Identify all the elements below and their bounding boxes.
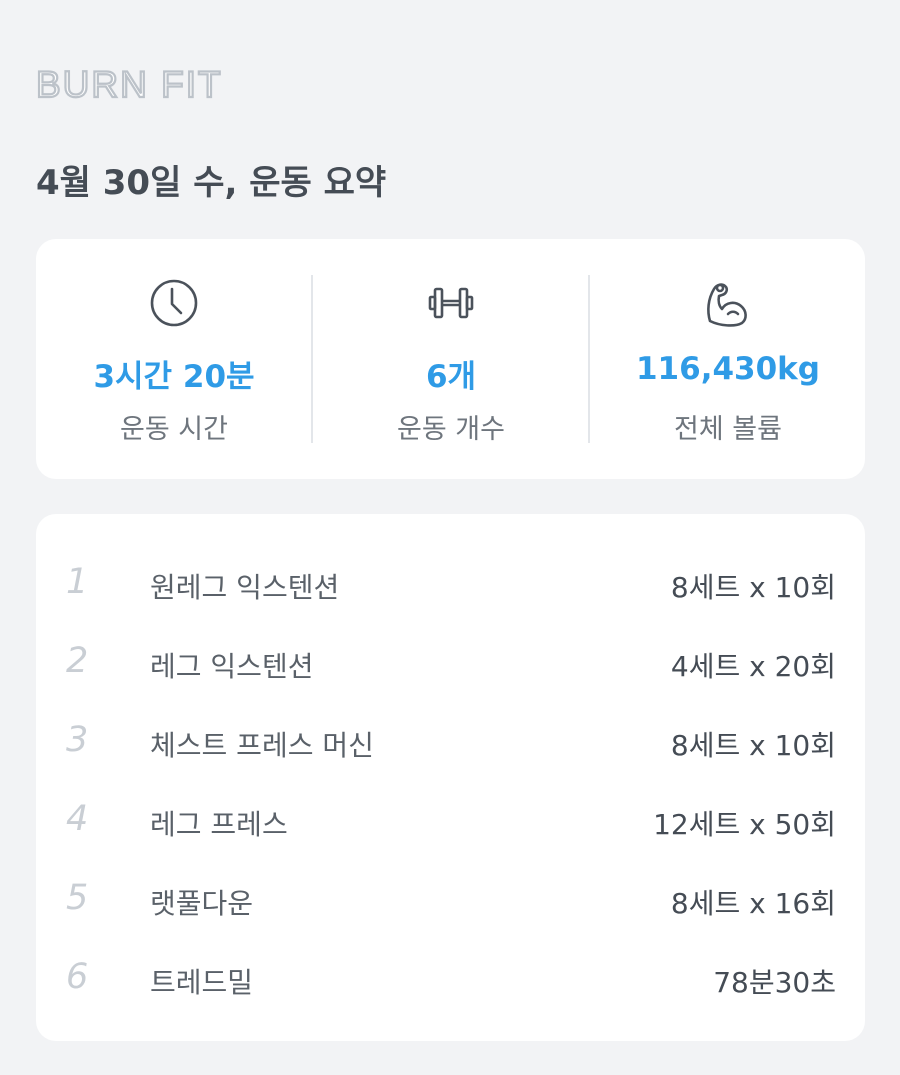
stat-label: 운동 시간 xyxy=(120,414,228,445)
exercise-row[interactable]: 4 레그 프레스 12세트 x 50회 xyxy=(36,791,865,851)
stat-label: 전체 볼륨 xyxy=(674,414,782,445)
exercise-sets-reps: 4세트 x 20회 xyxy=(670,650,836,683)
stat-label: 운동 개수 xyxy=(397,414,505,445)
exercise-index: 1 xyxy=(66,562,89,602)
dumbbell-icon xyxy=(425,277,477,329)
exercise-index: 6 xyxy=(66,957,89,997)
exercise-name: 랫풀다운 xyxy=(150,887,254,920)
workout-summary-card: 3시간 20분 운동 시간 6개 운동 개수 116,430kg 전체 볼륨 xyxy=(36,239,865,479)
exercise-row[interactable]: 3 체스트 프레스 머신 8세트 x 10회 xyxy=(36,712,865,772)
exercise-index: 2 xyxy=(66,641,89,681)
exercise-sets-reps: 8세트 x 10회 xyxy=(670,729,836,762)
flexed-arm-icon xyxy=(702,277,754,329)
page-title: 4월 30일 수, 운동 요약 xyxy=(36,163,387,203)
exercise-row[interactable]: 1 원레그 익스텐션 8세트 x 10회 xyxy=(36,554,865,614)
exercise-row[interactable]: 6 트레드밀 78분30초 xyxy=(36,949,865,1009)
stat-value: 3시간 20분 xyxy=(93,359,255,395)
exercise-index: 4 xyxy=(66,799,89,839)
exercise-list-card: 1 원레그 익스텐션 8세트 x 10회 2 레그 익스텐션 4세트 x 20회… xyxy=(36,514,865,1041)
exercise-sets-reps: 8세트 x 10회 xyxy=(670,571,836,604)
exercise-index: 3 xyxy=(66,720,89,760)
exercise-duration: 78분30초 xyxy=(713,966,836,999)
exercise-index: 5 xyxy=(66,878,89,918)
clock-icon xyxy=(148,277,200,329)
stat-value: 6개 xyxy=(425,359,477,395)
stat-total-volume: 116,430kg 전체 볼륨 xyxy=(590,239,866,479)
exercise-sets-reps: 12세트 x 50회 xyxy=(653,808,836,841)
exercise-name: 레그 프레스 xyxy=(150,808,288,841)
stat-value: 116,430kg xyxy=(635,351,820,387)
exercise-name: 체스트 프레스 머신 xyxy=(150,729,374,762)
exercise-name: 레그 익스텐션 xyxy=(150,650,314,683)
exercise-name: 원레그 익스텐션 xyxy=(150,571,340,604)
stat-workout-time: 3시간 20분 운동 시간 xyxy=(36,239,312,479)
exercise-row[interactable]: 5 랫풀다운 8세트 x 16회 xyxy=(36,870,865,930)
app-logo: BURN FIT xyxy=(35,63,223,106)
exercise-sets-reps: 8세트 x 16회 xyxy=(670,887,836,920)
stat-exercise-count: 6개 운동 개수 xyxy=(313,239,589,479)
exercise-row[interactable]: 2 레그 익스텐션 4세트 x 20회 xyxy=(36,633,865,693)
exercise-name: 트레드밀 xyxy=(150,966,254,999)
